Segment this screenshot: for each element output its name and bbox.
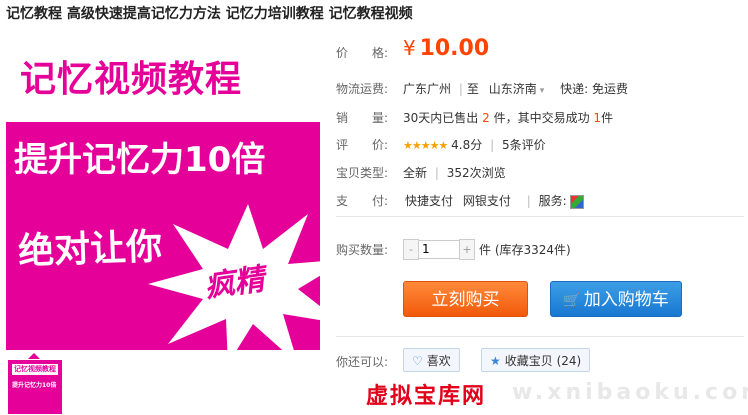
image-text-line2: 提升记忆力10倍 [14, 140, 266, 180]
page-title: 记忆教程 高级快速提高记忆力方法 记忆力培训教程 记忆教程视频 [6, 6, 413, 22]
cart-icon: 🛒 [563, 293, 581, 309]
quantity-input[interactable] [419, 240, 459, 259]
rating-stars-icon: ★★★★★ [403, 139, 448, 152]
thumbnail-pointer [28, 353, 40, 359]
add-to-cart-button[interactable]: 🛒 加入购物车 [550, 281, 682, 317]
ship-to-word: 至 [466, 82, 479, 96]
ship-to-city: 山东济南 [488, 82, 537, 96]
payment-label: 支 付: [336, 194, 389, 208]
watermark-faint-text: w.xnibaoku.com [512, 380, 748, 405]
payment-method-bank[interactable]: 网银支付 [461, 192, 513, 209]
sales-prefix: 30天内已售出 [403, 111, 479, 125]
watermark-text: 虚拟宝库网 [366, 384, 487, 409]
item-type-label: 宝贝类型: [336, 166, 389, 180]
shipping-express: 快递: 免运费 [560, 82, 628, 96]
ship-from: 广东广州 [403, 82, 452, 96]
service-icon[interactable] [570, 194, 585, 209]
add-to-cart-label: 加入购物车 [583, 290, 669, 310]
payment-row: 快捷支付 网银支付 | 服务: [403, 192, 585, 209]
heart-icon: ♡ [412, 354, 423, 368]
like-button[interactable]: ♡ 喜欢 [403, 348, 460, 372]
sales-success-count: 1 [593, 111, 602, 125]
quantity-plus-button[interactable]: + [459, 239, 475, 260]
divider [336, 216, 744, 217]
quantity-label: 购买数量: [336, 243, 389, 257]
quantity-minus-button[interactable]: - [403, 239, 419, 260]
reviews-link[interactable]: 5条评价 [502, 138, 546, 152]
image-text-line1: 记忆视频教程 [20, 59, 243, 100]
currency-symbol: ¥ [403, 36, 416, 60]
sales-sold-count: 2 [482, 111, 490, 125]
sales-suffix: 件 [601, 111, 614, 125]
favorite-label: 收藏宝贝 (24) [504, 354, 582, 368]
shipping-row: 广东广州 | 至 山东济南 ▾ 快递: 免运费 [403, 80, 628, 97]
like-label: 喜欢 [426, 354, 451, 368]
price-row: ¥ 10.00 [403, 36, 489, 61]
separator: | [434, 166, 439, 180]
chevron-down-icon: ▾ [539, 86, 545, 96]
sales-row: 30天内已售出 2 件，其中交易成功 1件 [403, 109, 613, 126]
item-condition: 全新 [403, 166, 428, 180]
rating-score: 4.8分 [451, 138, 483, 152]
rating-row: ★★★★★ 4.8分 | 5条评价 [403, 136, 546, 153]
extras-label: 你还可以: [336, 355, 389, 369]
stock-text: 件 (库存3324件) [479, 243, 571, 257]
product-main-image: 记忆视频教程 提升记忆力10倍 绝对让你 疯精 [6, 36, 320, 350]
price-value: 10.00 [419, 36, 490, 61]
image-text-line4: 疯精 [202, 261, 267, 305]
separator: | [458, 82, 463, 96]
separator: | [490, 138, 495, 152]
item-views: 352次浏览 [446, 166, 506, 180]
ship-to-select[interactable]: 山东济南 ▾ [489, 82, 545, 96]
sales-mid: 件，其中交易成功 [493, 111, 590, 125]
image-text-line3: 绝对让你 [17, 226, 163, 273]
sales-label: 销 量: [336, 111, 389, 125]
payment-method-quick[interactable]: 快捷支付 [403, 192, 455, 209]
buy-now-button[interactable]: 立刻购买 [403, 281, 528, 317]
quantity-stepper: - + 件 (库存3324件) [403, 239, 571, 260]
divider [336, 336, 744, 337]
item-type-row: 全新 | 352次浏览 [403, 164, 506, 181]
thumbnail-text-line2: 提升记忆力10倍 [12, 382, 57, 389]
price-label: 价 格: [336, 46, 389, 60]
rating-label: 评 价: [336, 138, 389, 152]
thumbnail-text-line1: 记忆视频教程 [12, 364, 58, 375]
star-icon: ★ [490, 354, 501, 368]
shipping-label: 物流运费: [336, 82, 389, 96]
product-thumbnail[interactable]: 记忆视频教程 提升记忆力10倍 [8, 360, 62, 414]
service-label: 服务: [538, 194, 567, 208]
favorite-button[interactable]: ★ 收藏宝贝 (24) [481, 348, 591, 372]
separator: | [526, 194, 531, 208]
